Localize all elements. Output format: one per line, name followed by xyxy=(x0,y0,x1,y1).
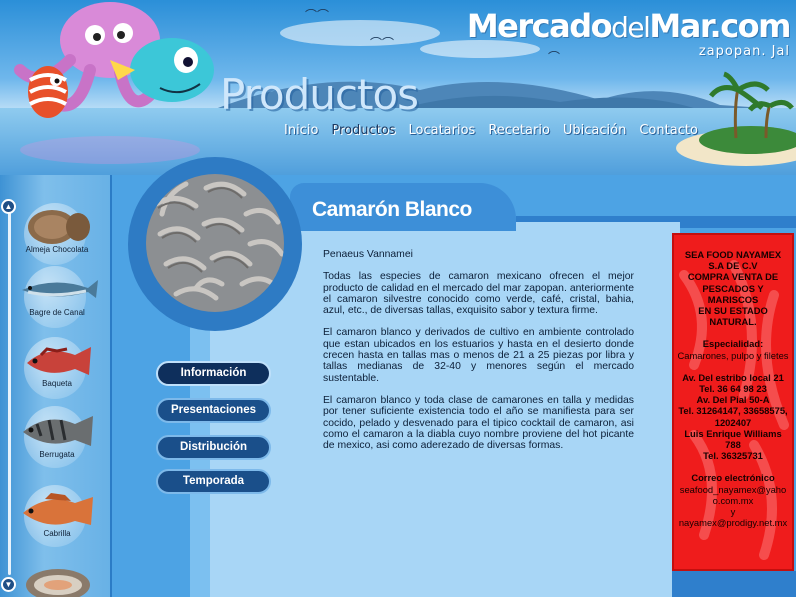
nav-ubicacion[interactable]: Ubicación xyxy=(563,123,626,138)
brand-subtitle: zapopan. Jal xyxy=(698,44,790,59)
company-line: SEA FOOD NAYAMEX xyxy=(684,249,782,260)
description-paragraph: El camaron blanco y derivados de cultivo… xyxy=(323,327,634,384)
product-photo xyxy=(146,174,284,312)
product-label: Berrugata xyxy=(39,450,75,459)
presentaciones-button[interactable]: Presentaciones xyxy=(156,398,271,423)
product-label: Baqueta xyxy=(42,379,72,388)
specialty-label: Especialidad: xyxy=(702,338,764,350)
company-line: PESCADOS Y xyxy=(702,282,764,294)
informacion-button[interactable]: Información xyxy=(156,361,271,386)
product-item-bagre[interactable]: Bagre de Canal xyxy=(14,266,100,328)
product-label: Almeja Chocolata xyxy=(25,245,89,254)
shrimp-photo-icon xyxy=(146,174,284,312)
catfish-icon xyxy=(22,280,98,298)
distribucion-button[interactable]: Distribución xyxy=(156,435,271,460)
product-item-baqueta[interactable]: Baqueta xyxy=(14,337,100,399)
product-item-berrugata[interactable]: Berrugata xyxy=(14,406,100,468)
company-line: S.A DE C.V xyxy=(708,260,758,272)
email-label: Correo electrónico xyxy=(691,472,775,484)
email-link[interactable]: nayamex@prodigy.net.mx xyxy=(677,517,789,528)
product-label: Cabrilla xyxy=(43,529,71,538)
company-line: EN SU ESTADO xyxy=(698,305,768,317)
temporada-button[interactable]: Temporada xyxy=(156,469,271,494)
company-line: NATURAL. xyxy=(709,316,757,328)
brand-title-bold: Mercado xyxy=(466,7,613,45)
product-item-cabrilla[interactable]: Cabrilla xyxy=(14,485,100,547)
product-item-shellfish[interactable] xyxy=(14,563,100,597)
email-join: y xyxy=(730,506,736,518)
nav-contacto[interactable]: Contacto xyxy=(639,123,698,138)
header: ︵︵ ︵︵ ︵ MercadodelMar.com zapopan. Jal P… xyxy=(0,0,796,175)
address-line: Tel. 31264147, 33658575, xyxy=(678,405,788,417)
clam-icon xyxy=(28,210,90,244)
red-grouper-icon xyxy=(27,347,91,375)
address-line: Luis Enrique Williams 788 xyxy=(684,427,782,451)
croaker-icon xyxy=(23,416,93,446)
brand-title-end: Mar.com xyxy=(649,7,791,45)
specialty-value: Camarones, pulpo y filetes xyxy=(677,349,789,361)
nav-inicio[interactable]: Inicio xyxy=(284,123,318,138)
cloud xyxy=(280,20,440,46)
scientific-name: Penaeus Vannamei xyxy=(323,249,413,260)
description-paragraph: El camaron blanco y toda clase de camaro… xyxy=(323,394,634,452)
specialty: Especialidad: Camarones, pulpo y filetes xyxy=(677,338,789,360)
mascots-icon xyxy=(14,2,214,164)
product-label: Bagre de Canal xyxy=(29,308,85,317)
address-line: Tel. 36 64 98 23 xyxy=(699,383,767,395)
address-line: Tel. 36325731 xyxy=(703,450,763,462)
brand-logo[interactable]: MercadodelMar.com zapopan. Jal xyxy=(466,7,792,59)
info-box-footer xyxy=(672,571,796,597)
nav-locatarios[interactable]: Locatarios xyxy=(409,123,476,138)
address-line: Av. Del estribo local 21 xyxy=(682,371,784,383)
section-title: Productos xyxy=(220,70,419,119)
company-line: COMPRA VENTA DE xyxy=(687,271,779,283)
product-item-almeja[interactable]: Almeja Chocolata xyxy=(14,203,100,265)
company-line: MARISCOS xyxy=(707,293,759,305)
bird-icon: ︵︵ xyxy=(305,0,330,14)
supplier-info: SEA FOOD NAYAMEX S.A DE C.V COMPRA VENTA… xyxy=(674,235,792,528)
brand-title-mid: del xyxy=(611,11,651,44)
product-title: Camarón Blanco xyxy=(312,198,472,221)
nav-recetario[interactable]: Recetario xyxy=(488,123,550,138)
strip-scroll-track[interactable] xyxy=(8,205,11,575)
bird-icon: ︵︵ xyxy=(370,28,395,42)
shellfish-icon xyxy=(26,569,90,597)
sea-bass-icon xyxy=(23,493,93,525)
address-line: 1202407 xyxy=(714,416,752,428)
product-description: Penaeus Vannamei Todas las especies de c… xyxy=(323,249,634,462)
address-line: Av. Del Pial 50-A xyxy=(696,394,770,406)
email-link[interactable]: seafood_nayamex@yahoo.com.mx xyxy=(677,484,789,506)
main-nav: Inicio Productos Locatarios Recetario Ub… xyxy=(284,123,698,138)
nav-productos[interactable]: Productos xyxy=(331,123,395,138)
product-strip: ▲ ▼ Almeja Chocolata Bagre de Canal Baqu… xyxy=(0,175,112,597)
island-icon xyxy=(676,71,796,166)
supplier-info-box: SEA FOOD NAYAMEX S.A DE C.V COMPRA VENTA… xyxy=(672,233,794,571)
description-paragraph: Todas las especies de camaron mexicano o… xyxy=(323,271,634,317)
